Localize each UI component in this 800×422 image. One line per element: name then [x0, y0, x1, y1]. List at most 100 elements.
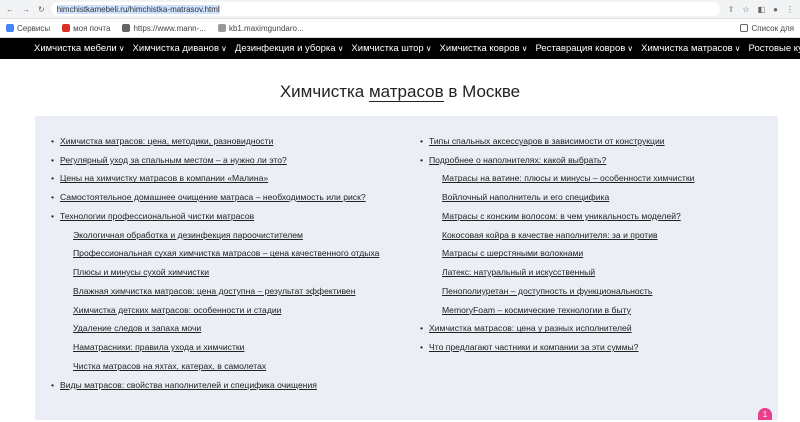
- toc-link[interactable]: Экологичная обработка и дезинфекция паро…: [73, 230, 303, 240]
- reading-list[interactable]: Список для: [740, 24, 794, 33]
- toc-item: Химчистка матрасов: цена, методики, разн…: [51, 136, 381, 147]
- toc-item: Подробнее о наполнителях: какой выбрать?: [420, 155, 760, 166]
- toc-item: Регулярный уход за спальным местом – а н…: [51, 155, 381, 166]
- back-icon[interactable]: ←: [6, 5, 14, 14]
- title-before: Химчистка: [279, 82, 369, 101]
- toc-right-column: Типы спальных аксессуаров в зависимости …: [420, 136, 760, 361]
- reload-icon[interactable]: ↻: [38, 5, 45, 14]
- toc-link[interactable]: Влажная химчистка матрасов: цена доступн…: [73, 286, 355, 296]
- toc-subitem: Удаление следов и запаха мочи: [51, 323, 381, 334]
- mail-icon: [62, 24, 71, 32]
- menu-item[interactable]: Реставрация ковров ∨: [535, 43, 633, 54]
- reading-list-label: Список для: [751, 23, 794, 33]
- grid-icon: [6, 24, 14, 32]
- menu-item[interactable]: Химчистка мебели ∨: [34, 43, 125, 54]
- toc-link[interactable]: Виды матрасов: свойства наполнителей и с…: [60, 380, 317, 390]
- menu-item-label: Химчистка матрасов: [641, 43, 733, 54]
- toc-link[interactable]: Химчистка детских матрасов: особенности …: [73, 305, 281, 315]
- toc-link[interactable]: Удаление следов и запаха мочи: [73, 323, 201, 333]
- toc-item: Технологии профессиональной чистки матра…: [51, 211, 381, 222]
- forward-icon[interactable]: →: [22, 5, 30, 14]
- toc-link[interactable]: Войлочный наполнитель и его специфика: [442, 192, 609, 202]
- url-text[interactable]: himchistkamebeli.ru/himchistka-matrasov.…: [56, 4, 220, 14]
- page-title: Химчистка матрасов в Москве: [0, 82, 800, 102]
- toc-subitem: Войлочный наполнитель и его специфика: [420, 192, 760, 203]
- toc-subitem: Плюсы и минусы сухой химчистки: [51, 267, 381, 278]
- toc-subitem: Латекс: натуральный и искусственный: [420, 267, 760, 278]
- toc-link[interactable]: Наматрасники: правила ухода и химчистки: [73, 342, 244, 352]
- toc-link[interactable]: Матрасы с шерстяными волокнами: [442, 248, 583, 258]
- bookmark-item[interactable]: Сервисы: [6, 24, 50, 33]
- toc-item: Химчистка матрасов: цена у разных исполн…: [420, 323, 760, 334]
- bookmark-item[interactable]: kb1.maximgundaro...: [217, 23, 304, 33]
- bookmark-item[interactable]: https://www.mann-...: [122, 23, 206, 33]
- bookmark-label: kb1.maximgundaro...: [228, 23, 304, 33]
- browser-actions: ⇪ ☆ ◧ ● ⋮: [728, 5, 794, 14]
- toc-link[interactable]: Регулярный уход за спальным местом – а н…: [60, 155, 287, 165]
- toc-link[interactable]: Химчистка матрасов: цена, методики, разн…: [60, 136, 273, 146]
- toc-link[interactable]: MemoryFoam – космические технологии в бы…: [442, 305, 631, 315]
- toc-link[interactable]: Цены на химчистку матрасов в компании «М…: [60, 173, 268, 183]
- menu-item-label: Химчистка ковров: [439, 43, 520, 54]
- toc-subitem: Чистка матрасов на яхтах, катерах, в сам…: [51, 361, 381, 372]
- toc-item: Самостоятельное домашнее очищение матрас…: [51, 192, 381, 203]
- site-top-menu: Химчистка мебели ∨ Химчистка диванов ∨ Дезин…: [0, 38, 800, 59]
- title-highlight: матрасов: [368, 82, 444, 102]
- chevron-down-icon: ∨: [221, 44, 227, 53]
- toc-link[interactable]: Что предлагают частники и компании за эт…: [429, 342, 638, 352]
- toc-item: Виды матрасов: свойства наполнителей и с…: [51, 380, 381, 391]
- menu-item[interactable]: Химчистка ковров ∨: [440, 43, 528, 54]
- toc-link[interactable]: Подробнее о наполнителях: какой выбрать?: [429, 155, 606, 165]
- toc-subitem: Кокосовая койра в качестве наполнителя: …: [420, 230, 760, 241]
- toc-link[interactable]: Матрасы с конским волосом: в чем уникаль…: [442, 211, 681, 221]
- reading-list-icon: [740, 24, 749, 32]
- menu-item[interactable]: Ростовые куклы: [749, 43, 800, 54]
- toc-subitem: Матрасы с конским волосом: в чем уникаль…: [420, 211, 760, 222]
- toc-link[interactable]: Технологии профессиональной чистки матра…: [60, 211, 254, 221]
- toc-link[interactable]: Типы спальных аксессуаров в зависимости …: [429, 136, 665, 146]
- globe-icon: [122, 24, 131, 32]
- bookmark-label: https://www.mann-...: [133, 23, 206, 33]
- toc-link[interactable]: Профессиональная сухая химчистка матрасо…: [73, 248, 379, 258]
- menu-item[interactable]: Дезинфекция и уборка ∨: [235, 43, 344, 54]
- toc-item: Типы спальных аксессуаров в зависимости …: [420, 136, 760, 147]
- toc-link[interactable]: Чистка матрасов на яхтах, катерах, в сам…: [73, 361, 266, 371]
- toc-subitem: Химчистка детских матрасов: особенности …: [51, 305, 381, 316]
- menu-item[interactable]: Химчистка штор ∨: [351, 43, 431, 54]
- toc-link[interactable]: Самостоятельное домашнее очищение матрас…: [60, 192, 366, 202]
- toc-subitem: Пенополиуретан – доступность и функциона…: [420, 286, 760, 297]
- menu-icon[interactable]: ⋮: [786, 5, 794, 14]
- chevron-down-icon: ∨: [627, 44, 634, 53]
- browser-nav: ← → ↻: [6, 5, 45, 14]
- chevron-down-icon: ∨: [337, 44, 344, 53]
- chevron-down-icon: ∨: [734, 44, 741, 53]
- toc-item: Что предлагают частники и компании за эт…: [420, 342, 760, 353]
- menu-item-label: Дезинфекция и уборка: [234, 43, 336, 54]
- table-of-contents: Химчистка матрасов: цена, методики, разн…: [35, 116, 778, 420]
- toc-link[interactable]: Кокосовая койра в качестве наполнителя: …: [442, 230, 658, 240]
- url-field[interactable]: himchistkamebeli.ru/himchistka-matrasov.…: [50, 2, 720, 16]
- toc-item: Цены на химчистку матрасов в компании «М…: [51, 173, 381, 184]
- toc-link[interactable]: Матрасы на ватине: плюсы и минусы – особ…: [442, 173, 694, 183]
- menu-item-label: Химчистка диванов: [132, 43, 220, 54]
- extension-icon[interactable]: ◧: [758, 5, 766, 14]
- menu-item-label: Реставрация ковров: [535, 43, 626, 54]
- toc-link[interactable]: Пенополиуретан – доступность и функциона…: [442, 286, 652, 296]
- toc-link[interactable]: Плюсы и минусы сухой химчистки: [73, 267, 209, 277]
- menu-item-label: Ростовые куклы: [748, 43, 800, 54]
- menu-item[interactable]: Химчистка матрасов ∨: [641, 43, 740, 54]
- bookmark-item[interactable]: моя почта: [62, 24, 110, 33]
- chevron-down-icon: ∨: [521, 44, 528, 53]
- toc-link[interactable]: Латекс: натуральный и искусственный: [442, 267, 595, 277]
- bookmark-label: моя почта: [73, 23, 111, 33]
- profile-icon[interactable]: ●: [773, 5, 778, 14]
- floating-badge[interactable]: 1: [758, 408, 772, 420]
- menu-item-label: Химчистка штор: [351, 43, 424, 54]
- toc-link[interactable]: Химчистка матрасов: цена у разных исполн…: [429, 323, 632, 333]
- share-icon[interactable]: ⇪: [728, 5, 735, 14]
- title-after: в Москве: [443, 82, 521, 101]
- star-icon[interactable]: ☆: [742, 5, 749, 14]
- menu-item[interactable]: Химчистка диванов ∨: [133, 43, 227, 54]
- toc-left-column: Химчистка матрасов: цена, методики, разн…: [51, 136, 381, 398]
- toc-subitem: Матрасы на ватине: плюсы и минусы – особ…: [420, 173, 760, 184]
